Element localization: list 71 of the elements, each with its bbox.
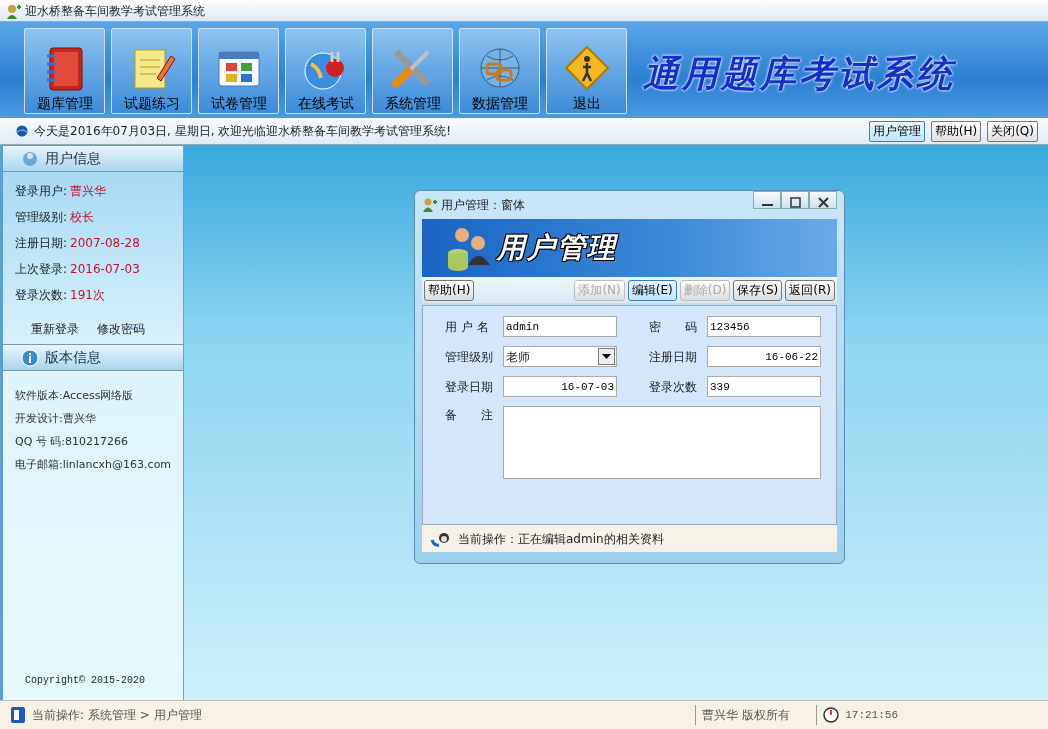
- toolbar-button[interactable]: 数据管理: [459, 28, 540, 114]
- field-label: 注册日期:: [15, 235, 68, 252]
- sidebar-link[interactable]: 修改密码: [97, 320, 145, 338]
- close-icon: [818, 196, 829, 208]
- caret-icon: [602, 354, 611, 359]
- field-label: 备 注: [445, 407, 494, 424]
- copyright-text: Copyright© 2015-2020: [24, 674, 147, 688]
- field-label: 登录用户:: [15, 183, 68, 200]
- field-label: 管理级别: [445, 348, 494, 366]
- minimize-icon: [761, 203, 774, 206]
- copyright-notice: 曹兴华 版权所有: [702, 707, 791, 724]
- globe-icon: [16, 125, 28, 137]
- current-operation: 当前操作: 系统管理 > 用户管理: [32, 707, 203, 724]
- welcome-message: 今天是2016年07月03日, 星期日, 欢迎光临迎水桥整备车间教学考试管理系统!: [34, 123, 453, 140]
- field-value: 曹兴华: [70, 183, 107, 200]
- field-value: 2007-08-28: [70, 235, 140, 252]
- field-label: 用 户 名: [445, 318, 490, 336]
- dialog-button[interactable]: 返回(R): [785, 279, 835, 301]
- text-field[interactable]: 339: [707, 376, 821, 397]
- users-icon: [422, 197, 438, 213]
- dialog-status: 当前操作：正在编辑admin的相关资料: [458, 530, 664, 548]
- banner-title: 用户管理: [497, 230, 617, 266]
- field-value: 191次: [70, 287, 105, 304]
- field-label: 登录日期: [445, 378, 494, 396]
- memo-field[interactable]: [503, 406, 821, 479]
- toolbar-button[interactable]: 系统管理: [372, 28, 453, 114]
- status-time: 17:21:56: [845, 707, 898, 723]
- maximize-icon: [790, 196, 801, 208]
- info-icon: [21, 348, 39, 367]
- text-field[interactable]: admin: [503, 316, 617, 337]
- info-bar-button[interactable]: 帮助(H): [930, 120, 982, 142]
- toolbar-button[interactable]: 退出: [546, 28, 627, 114]
- field-label: 登录次数:: [15, 287, 68, 304]
- field-label: 管理级别:: [15, 209, 68, 226]
- clock-icon: [823, 707, 840, 723]
- window-title: 迎水桥整备车间教学考试管理系统: [25, 2, 205, 20]
- document-icon: [10, 706, 26, 724]
- field-label: 上次登录:: [15, 261, 68, 278]
- text-field[interactable]: 123456: [707, 316, 821, 337]
- select-field[interactable]: 老师: [503, 346, 617, 367]
- app-title: 通用题库考试系统: [643, 51, 955, 96]
- sidebar-link[interactable]: 重新登录: [31, 320, 79, 338]
- select-value: 老师: [506, 348, 530, 366]
- field-value: 校长: [70, 209, 95, 226]
- maximize-button[interactable]: [781, 191, 809, 209]
- dialog-button[interactable]: 保存(S): [733, 279, 783, 301]
- section-title: 用户信息: [45, 149, 101, 168]
- section-title: 版本信息: [45, 348, 101, 367]
- info-bar-button[interactable]: 用户管理: [868, 120, 925, 142]
- toolbar-button[interactable]: 题库管理: [24, 28, 105, 114]
- field-label: 登录次数: [649, 378, 698, 396]
- version-line: QQ 号 码:810217266: [14, 434, 129, 451]
- close-button[interactable]: [809, 191, 837, 209]
- version-line: 电子邮箱:linlancxh@163.com: [14, 457, 173, 474]
- minimize-button[interactable]: [753, 191, 781, 209]
- app-users-icon: [6, 2, 22, 19]
- toolbar-button[interactable]: 试题练习: [111, 28, 192, 114]
- version-line: 软件版本:Access网络版: [14, 388, 135, 405]
- field-value: 2016-07-03: [70, 261, 140, 278]
- dialog-button[interactable]: 编辑(E): [627, 279, 677, 301]
- dropdown-button[interactable]: [598, 348, 615, 365]
- field-label: 密 码: [649, 318, 698, 336]
- toolbar-button[interactable]: 在线考试: [285, 28, 366, 114]
- date-field[interactable]: 16-07-03: [503, 376, 617, 397]
- field-label: 注册日期: [649, 348, 698, 366]
- version-line: 开发设计:曹兴华: [14, 411, 97, 428]
- toolbar-button[interactable]: 试卷管理: [198, 28, 279, 114]
- dialog-title: 用户管理：窗体: [441, 197, 526, 214]
- date-field[interactable]: 16-06-22: [707, 346, 821, 367]
- dialog-button[interactable]: 帮助(H): [424, 279, 475, 301]
- info-bar-button[interactable]: 关闭(Q): [987, 120, 1038, 142]
